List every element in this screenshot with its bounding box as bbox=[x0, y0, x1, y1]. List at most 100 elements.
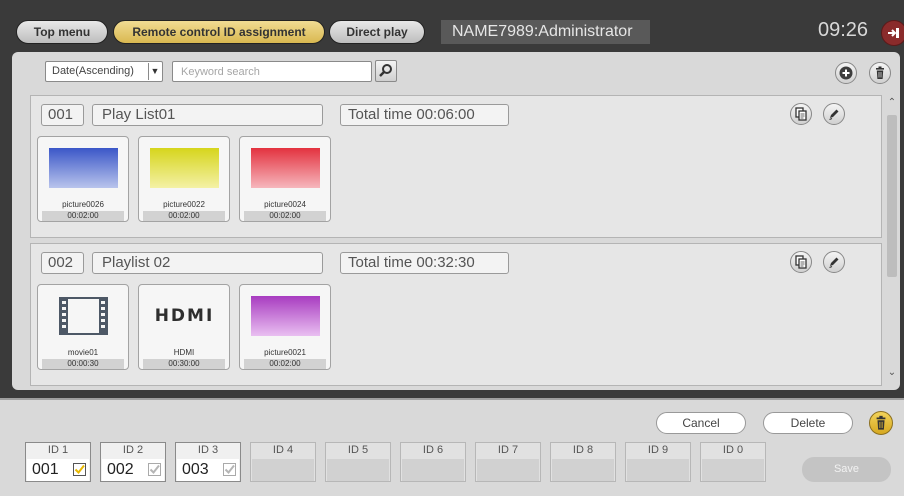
id-slot[interactable]: ID 7 bbox=[475, 442, 541, 482]
direct-play-button[interactable]: Direct play bbox=[329, 20, 425, 44]
delete-playlist-button[interactable] bbox=[869, 62, 891, 84]
id-slot-label: ID 4 bbox=[272, 444, 294, 456]
pencil-icon bbox=[829, 109, 839, 121]
sort-value: Date(Ascending) bbox=[52, 65, 134, 77]
id-slot-field[interactable]: 003 bbox=[177, 459, 239, 481]
add-playlist-button[interactable] bbox=[835, 62, 857, 84]
id-slot[interactable]: ID 9 bbox=[625, 442, 691, 482]
id-slot-label: ID 1 bbox=[47, 444, 69, 456]
playlist-total-time: Total time 00:32:30 bbox=[340, 252, 509, 274]
playlist-number: 002 bbox=[41, 252, 84, 274]
id-slot-field[interactable] bbox=[702, 459, 764, 481]
id-slot-value: 001 bbox=[32, 461, 59, 478]
content-name: picture0022 bbox=[163, 200, 205, 209]
filter-bar: Date(Ascending) ▼ bbox=[12, 52, 900, 92]
id-slot-field[interactable]: 002 bbox=[102, 459, 164, 481]
scroll-down-icon[interactable]: ⌄ bbox=[886, 367, 898, 378]
id-slot-label: ID 0 bbox=[722, 444, 744, 456]
playlist-row[interactable]: 001 Play List01 Total time 00:06:00 pict… bbox=[30, 95, 882, 238]
film-icon bbox=[59, 297, 108, 335]
playlist-name: Play List01 bbox=[92, 104, 323, 126]
chevron-down-icon: ▼ bbox=[148, 63, 161, 80]
id-slot[interactable]: ID 2 002 bbox=[100, 442, 166, 482]
content-card[interactable]: HDMI HDMI 00:30:00 bbox=[138, 284, 230, 370]
playlist-name: Playlist 02 bbox=[92, 252, 323, 274]
content-card[interactable]: picture0026 00:02:00 bbox=[37, 136, 129, 222]
checkbox-icon[interactable] bbox=[223, 463, 236, 476]
content-duration: 00:02:00 bbox=[143, 211, 225, 221]
picture-thumbnail bbox=[251, 148, 320, 188]
id-slot-field[interactable] bbox=[402, 459, 464, 481]
id-slot[interactable]: ID 6 bbox=[400, 442, 466, 482]
content-duration: 00:00:30 bbox=[42, 359, 124, 369]
id-slot[interactable]: ID 1 001 bbox=[25, 442, 91, 482]
delete-id-button[interactable] bbox=[869, 411, 893, 435]
content-card[interactable]: movie01 00:00:30 bbox=[37, 284, 129, 370]
id-slot-field[interactable] bbox=[627, 459, 689, 481]
copy-button[interactable] bbox=[790, 251, 812, 273]
id-slot[interactable]: ID 4 bbox=[250, 442, 316, 482]
trash-icon bbox=[876, 415, 886, 430]
picture-thumbnail bbox=[251, 296, 320, 336]
content-name: picture0021 bbox=[264, 348, 306, 357]
id-slot-label: ID 8 bbox=[572, 444, 594, 456]
id-slot-label: ID 7 bbox=[497, 444, 519, 456]
scroll-up-icon[interactable]: ⌃ bbox=[886, 97, 898, 108]
id-slot-label: ID 3 bbox=[197, 444, 219, 456]
id-slot-field[interactable] bbox=[252, 459, 314, 481]
copy-icon bbox=[795, 107, 807, 121]
checkbox-icon[interactable] bbox=[148, 463, 161, 476]
remote-id-assignment-button[interactable]: Remote control ID assignment bbox=[113, 20, 325, 44]
copy-button[interactable] bbox=[790, 103, 812, 125]
trash-icon bbox=[876, 66, 884, 79]
top-bar: Top menu Remote control ID assignment Di… bbox=[0, 0, 904, 50]
content-duration: 00:30:00 bbox=[143, 359, 225, 369]
sort-select[interactable]: Date(Ascending) ▼ bbox=[45, 61, 163, 82]
id-slot-field[interactable] bbox=[477, 459, 539, 481]
user-name: NAME7989:Administrator bbox=[441, 20, 650, 44]
id-slot-field[interactable]: 001 bbox=[27, 459, 89, 481]
content-card[interactable]: picture0024 00:02:00 bbox=[239, 136, 331, 222]
content-card[interactable]: picture0022 00:02:00 bbox=[138, 136, 230, 222]
id-slot[interactable]: ID 0 bbox=[700, 442, 766, 482]
content-duration: 00:02:00 bbox=[42, 211, 124, 221]
delete-button[interactable]: Delete bbox=[763, 412, 853, 434]
id-slot-value: 003 bbox=[182, 461, 209, 478]
copy-icon bbox=[795, 255, 807, 269]
search-icon bbox=[379, 64, 392, 77]
edit-button[interactable] bbox=[823, 103, 845, 125]
save-button[interactable]: Save bbox=[802, 457, 891, 482]
content-card[interactable]: picture0021 00:02:00 bbox=[239, 284, 331, 370]
search-button[interactable] bbox=[375, 60, 397, 82]
scroll-thumb[interactable] bbox=[887, 115, 897, 277]
content-duration: 00:02:00 bbox=[244, 359, 326, 369]
id-slot[interactable]: ID 8 bbox=[550, 442, 616, 482]
logout-icon bbox=[888, 28, 899, 38]
playlist-scrollbar[interactable]: ⌃ ⌄ bbox=[886, 97, 898, 384]
content-name: movie01 bbox=[67, 348, 99, 357]
content-name: picture0026 bbox=[62, 200, 104, 209]
id-slot-value: 002 bbox=[107, 461, 134, 478]
id-slot[interactable]: ID 5 bbox=[325, 442, 391, 482]
id-slot-label: ID 6 bbox=[422, 444, 444, 456]
checkbox-icon[interactable] bbox=[73, 463, 86, 476]
edit-button[interactable] bbox=[823, 251, 845, 273]
clock: 09:26 bbox=[818, 19, 869, 41]
top-menu-button[interactable]: Top menu bbox=[16, 20, 108, 44]
cancel-button[interactable]: Cancel bbox=[656, 412, 746, 434]
playlist-number: 001 bbox=[41, 104, 84, 126]
playlist-panel: Date(Ascending) ▼ 001 bbox=[12, 52, 900, 390]
keyword-search-input[interactable] bbox=[172, 61, 372, 82]
id-slot-label: ID 2 bbox=[122, 444, 144, 456]
id-slot-field[interactable] bbox=[552, 459, 614, 481]
content-duration: 00:02:00 bbox=[244, 211, 326, 221]
content-name: HDMI bbox=[173, 348, 195, 357]
hdmi-logo: HDMI bbox=[154, 306, 215, 326]
content-name: picture0024 bbox=[264, 200, 306, 209]
playlist-row[interactable]: 002 Playlist 02 Total time 00:32:30 movi… bbox=[30, 243, 882, 386]
id-slot-label: ID 9 bbox=[647, 444, 669, 456]
logout-button[interactable] bbox=[881, 20, 904, 46]
picture-thumbnail bbox=[49, 148, 118, 188]
id-slot-field[interactable] bbox=[327, 459, 389, 481]
id-slot[interactable]: ID 3 003 bbox=[175, 442, 241, 482]
